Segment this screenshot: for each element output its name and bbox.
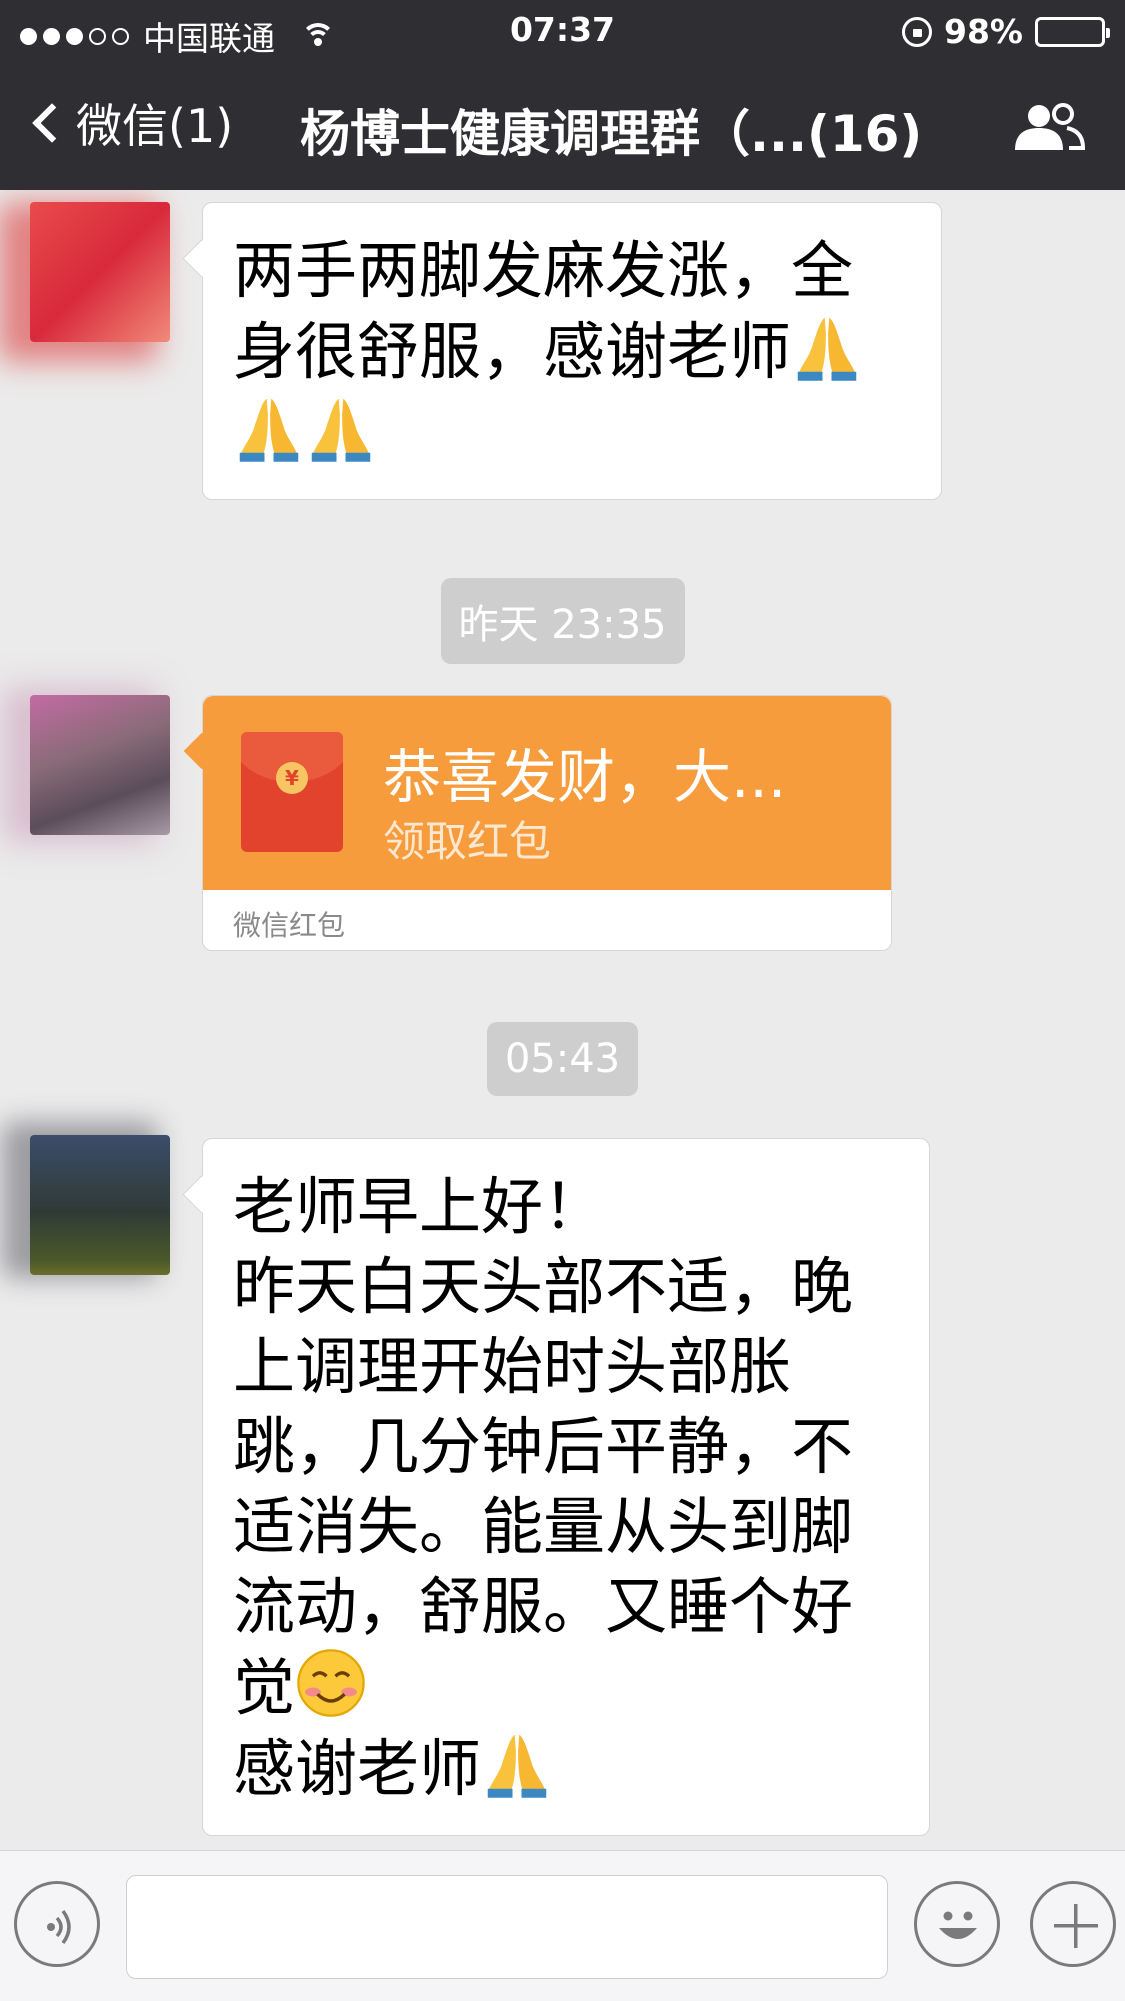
plus-icon — [1054, 1904, 1098, 1948]
message-input[interactable] — [126, 1875, 888, 1979]
message-text: 感谢老师 — [233, 1732, 482, 1805]
back-label: 微信(1) — [76, 99, 234, 153]
message-text: 昨天白天头部不适，晚 — [233, 1250, 854, 1323]
message-text: 觉 — [233, 1651, 296, 1724]
message-text: 上调理开始时头部胀 — [233, 1330, 792, 1403]
chat-area[interactable]: 两手两脚发麻发涨，全 身很舒服，感谢老师 昨天 23:35 ¥ 恭喜发财，大..… — [0, 190, 1125, 1850]
red-packet-title: 恭喜发财，大... — [383, 743, 787, 811]
timestamp: 05:43 — [0, 1022, 1125, 1096]
emoji-icon — [939, 1911, 977, 1939]
avatar[interactable] — [30, 202, 170, 342]
rotation-lock-icon — [902, 16, 932, 47]
group-members-icon[interactable] — [1011, 102, 1087, 152]
avatar[interactable] — [30, 695, 170, 835]
message-text-line: 感谢老师 — [233, 1728, 899, 1809]
red-packet-card[interactable]: ¥ 恭喜发财，大... 领取红包 微信红包 — [202, 695, 892, 951]
red-packet-header: ¥ 恭喜发财，大... 领取红包 — [203, 696, 891, 890]
status-bar: 中国联通 07:37 98% — [0, 0, 1125, 60]
smiling-face-icon — [297, 1649, 365, 1717]
timestamp-label: 昨天 23:35 — [440, 578, 685, 664]
folded-hands-icon — [797, 317, 857, 381]
nav-bar: 微信(1) 杨博士健康调理群（...(16) — [0, 60, 1125, 190]
message-bubble[interactable]: 老师早上好！ 昨天白天头部不适，晚 上调理开始时头部胀 跳，几分钟后平静，不 适… — [202, 1138, 930, 1836]
battery-icon — [1035, 16, 1110, 47]
back-button[interactable]: 微信(1) — [28, 90, 233, 156]
message-text: 流动，舒服。又睡个好 — [233, 1570, 854, 1643]
message-text-line: 身很舒服，感谢老师 — [233, 311, 911, 392]
input-bar — [0, 1850, 1125, 2001]
message-bubble[interactable]: 两手两脚发麻发涨，全 身很舒服，感谢老师 — [202, 202, 942, 500]
message-text: 身很舒服，感谢老师 — [233, 315, 792, 388]
red-envelope-icon: ¥ — [241, 732, 343, 852]
red-packet-footer: 微信红包 — [233, 909, 346, 942]
folded-hands-icon — [487, 1734, 547, 1798]
chevron-left-icon — [32, 103, 72, 143]
emoji-button[interactable] — [914, 1881, 1000, 1967]
message-text: 老师早上好！ — [233, 1170, 606, 1243]
message-text: 跳，几分钟后平静，不 — [233, 1410, 854, 1483]
battery-percentage: 98% — [944, 12, 1023, 51]
message-text: 两手两脚发麻发涨，全 — [233, 234, 854, 307]
voice-icon — [47, 1909, 71, 1945]
folded-hands-icon — [311, 398, 371, 462]
timestamp: 昨天 23:35 — [0, 578, 1125, 664]
message-text-line: 觉 — [233, 1647, 899, 1728]
emoji-line — [233, 392, 911, 473]
red-packet-subtitle: 领取红包 — [383, 817, 552, 866]
timestamp-label: 05:43 — [486, 1022, 639, 1096]
avatar[interactable] — [30, 1135, 170, 1275]
message-text: 适消失。能量从头到脚 — [233, 1490, 854, 1563]
more-button[interactable] — [1030, 1881, 1116, 1967]
chat-title: 杨博士健康调理群（...(16) — [300, 105, 923, 163]
folded-hands-icon — [239, 398, 299, 462]
voice-button[interactable] — [14, 1881, 100, 1967]
